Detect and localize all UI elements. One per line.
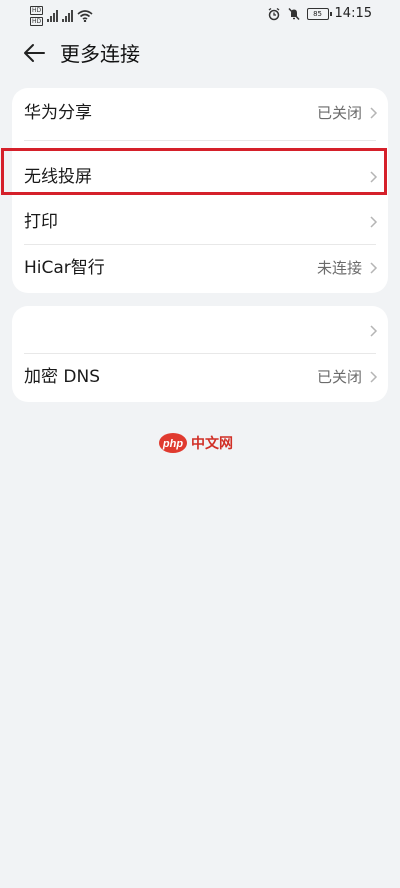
row-label: 华为分享: [24, 103, 92, 123]
connection-group-1: 华为分享 已关闭 无线投屏 打印 HiCar智行 未连接: [12, 88, 388, 293]
row-label: 加密 DNS: [24, 367, 101, 387]
row-encrypted-dns[interactable]: 加密 DNS 已关闭: [12, 354, 388, 400]
chevron-right-icon: [370, 216, 378, 228]
status-left: HD HD: [30, 6, 93, 26]
battery-icon: 85: [306, 7, 332, 20]
connection-group-2: 加密 DNS 已关闭: [12, 306, 388, 402]
page-title: 更多连接: [60, 42, 140, 66]
divider: [24, 140, 376, 141]
wifi-icon: [77, 10, 93, 22]
row-print[interactable]: 打印: [12, 199, 388, 245]
chevron-right-icon: [370, 325, 378, 337]
status-right: 85 14:15: [267, 6, 372, 21]
php-cn-watermark: php 中文网: [159, 433, 233, 453]
header: 更多连接: [0, 36, 400, 72]
row-label: HiCar智行: [24, 258, 105, 278]
row-value: 已关闭: [316, 368, 362, 386]
sim2-hd-badge: HD: [30, 17, 44, 26]
signal-icon: [47, 10, 59, 22]
row-hicar[interactable]: HiCar智行 未连接: [12, 245, 388, 291]
signal-icon-2: [62, 10, 74, 22]
row-label: 打印: [24, 212, 58, 232]
sim-indicators: HD HD: [30, 6, 44, 26]
status-bar: HD HD 85 14:15: [0, 0, 400, 30]
chevron-right-icon: [370, 171, 378, 183]
sim1-hd-badge: HD: [30, 6, 44, 15]
alarm-icon: [268, 7, 279, 20]
row-value: 未连接: [316, 259, 362, 277]
row-blank-item[interactable]: [12, 308, 388, 354]
watermark-text: 中文网: [191, 435, 233, 452]
watermark-brand: php: [162, 438, 183, 450]
chevron-right-icon: [370, 371, 378, 383]
back-arrow-icon[interactable]: [22, 40, 48, 66]
row-label: 无线投屏: [24, 167, 92, 187]
chevron-right-icon: [370, 107, 378, 119]
clock: 14:15: [334, 6, 372, 21]
chevron-right-icon: [370, 262, 378, 274]
row-huawei-share[interactable]: 华为分享 已关闭: [12, 90, 388, 136]
row-wireless-projection[interactable]: 无线投屏: [12, 154, 388, 200]
row-value: 已关闭: [316, 104, 362, 122]
mute-icon: [287, 7, 300, 20]
